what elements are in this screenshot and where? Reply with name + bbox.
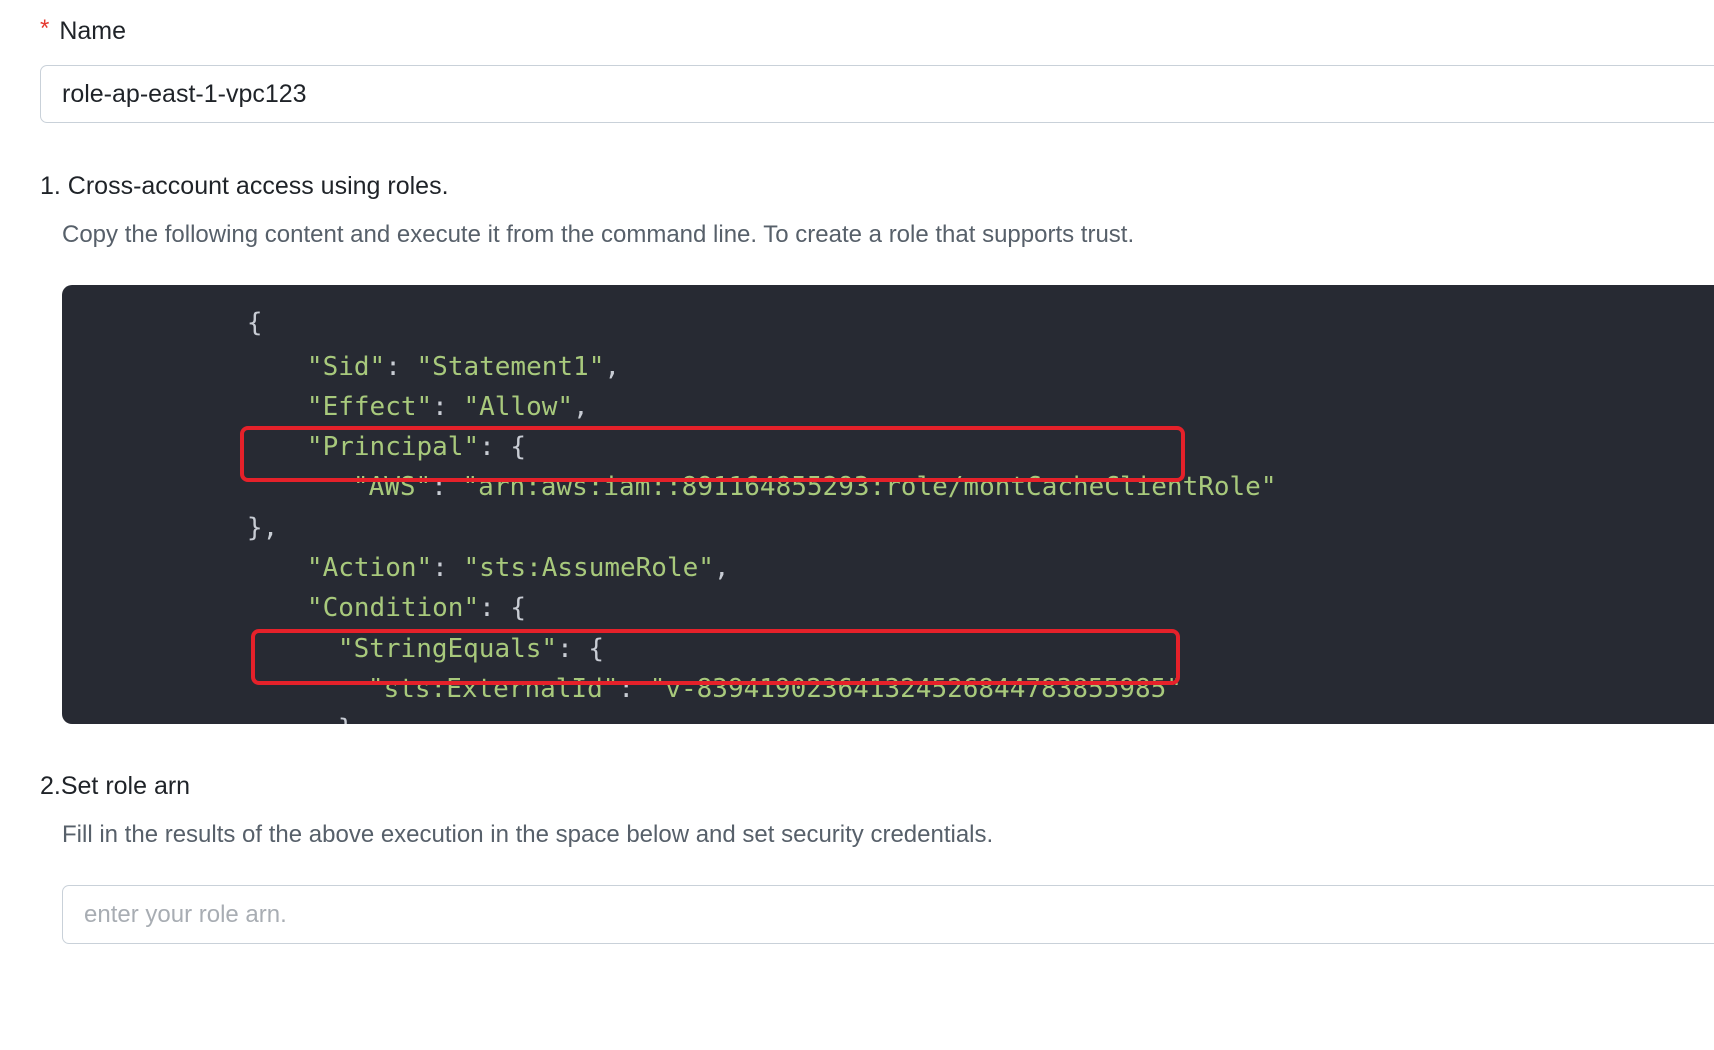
code-line-principal: "Principal": { [306, 432, 527, 462]
code-line-sid: "Sid": "Statement1", [306, 352, 621, 382]
name-label-text: Name [59, 16, 127, 45]
code-line-close-condition: } [213, 705, 323, 724]
code-line-stringequals: "StringEquals": { [337, 634, 605, 664]
name-field-label: * Name [40, 12, 126, 50]
code-line-effect: "Effect": "Allow", [306, 392, 589, 422]
highlight-external-id [251, 629, 1180, 685]
required-star: * [40, 15, 50, 42]
step2-title: 2.Set role arn [40, 772, 191, 800]
step1-description: Copy the following content and execute i… [62, 221, 1135, 248]
step1-title: 1. Cross-account access using roles. [40, 172, 449, 200]
code-line-condition: "Condition": { [306, 593, 527, 623]
role-form: * Name 1. Cross-account access using rol… [0, 0, 1714, 1050]
trust-policy-code-block[interactable]: { "Sid": "Statement1", "Effect": "Allow"… [62, 285, 1714, 724]
code-line-open-brace: { [246, 308, 263, 338]
role-arn-input[interactable] [62, 885, 1714, 944]
step2-description: Fill in the results of the above executi… [62, 821, 994, 848]
code-line-action: "Action": "sts:AssumeRole", [306, 553, 730, 583]
name-input[interactable] [40, 65, 1714, 123]
highlight-aws-arn [240, 426, 1185, 482]
